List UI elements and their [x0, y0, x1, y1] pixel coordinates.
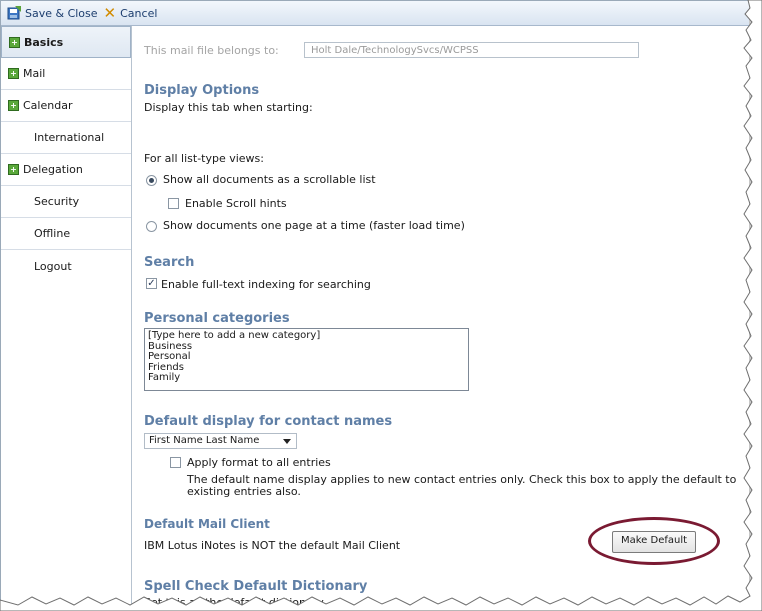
- plus-icon: +: [8, 164, 19, 175]
- sidebar-item-label: Basics: [24, 35, 64, 49]
- search-title: Search: [144, 255, 195, 270]
- apply-format-checkbox[interactable]: [170, 457, 181, 468]
- sidebar-item-security[interactable]: Security: [1, 186, 131, 218]
- page-at-time-radio[interactable]: [146, 221, 157, 232]
- page-at-time-label: Show documents one page at a time (faste…: [163, 219, 465, 232]
- sidebar-item-label: Calendar: [23, 99, 73, 112]
- save-icon: [7, 6, 21, 20]
- sidebar-item-international[interactable]: International: [1, 122, 131, 154]
- mail-client-status: IBM Lotus iNotes is NOT the default Mail…: [144, 539, 401, 552]
- sidebar-item-label: Delegation: [23, 163, 83, 176]
- sidebar-item-label: Mail: [23, 67, 46, 80]
- sidebar-item-offline[interactable]: Offline: [1, 218, 131, 250]
- full-text-indexing-label: Enable full-text indexing for searching: [161, 278, 371, 291]
- sidebar-item-label: Security: [34, 195, 80, 208]
- scroll-hints-checkbox[interactable]: [168, 198, 179, 209]
- tab-prompt: Display this tab when starting:: [144, 101, 313, 114]
- list-item[interactable]: Friends: [148, 362, 465, 374]
- toolbar: Save & Close ✕ Cancel: [1, 1, 749, 26]
- apply-format-note: The default name display applies to new …: [187, 473, 737, 498]
- sidebar-item-logout[interactable]: Logout: [1, 250, 131, 282]
- sidebar-item-label: International: [34, 131, 105, 144]
- owner-row: This mail file belongs to: Holt Dale/Tec…: [144, 42, 639, 58]
- contact-names-title: Default display for contact names: [144, 414, 393, 429]
- plus-icon: +: [9, 36, 20, 48]
- sidebar-item-basics[interactable]: + Basics: [1, 26, 131, 58]
- sidebar-item-label: Offline: [34, 227, 71, 240]
- preferences-window: Save & Close ✕ Cancel + Basics + Mail + …: [0, 0, 749, 605]
- scrollable-list-label: Show all documents as a scrollable list: [163, 173, 376, 186]
- sidebar: + Basics + Mail + Calendar International…: [1, 26, 132, 605]
- owner-field: Holt Dale/TechnologySvcs/WCPSS: [304, 42, 639, 58]
- default-mail-client-title: Default Mail Client: [144, 517, 270, 531]
- sidebar-item-label: Logout: [34, 259, 72, 273]
- make-default-button[interactable]: Make Default: [612, 531, 696, 553]
- sidebar-item-calendar[interactable]: + Calendar: [1, 90, 131, 122]
- personal-categories-list[interactable]: [Type here to add a new category] Busine…: [144, 328, 469, 391]
- chevron-down-icon: [283, 439, 291, 444]
- contact-name-format-select[interactable]: First Name Last Name: [144, 433, 297, 449]
- full-text-indexing-checkbox[interactable]: ✓: [146, 278, 157, 289]
- sidebar-item-delegation[interactable]: + Delegation: [1, 154, 131, 186]
- list-item[interactable]: Business: [148, 341, 465, 353]
- spell-check-line: Set this as the default dictionary: [144, 596, 324, 605]
- save-close-label: Save & Close: [25, 6, 98, 20]
- owner-label: This mail file belongs to:: [144, 43, 279, 57]
- plus-icon: +: [8, 100, 19, 111]
- sidebar-item-mail[interactable]: + Mail: [1, 58, 131, 90]
- list-views-label: For all list-type views:: [144, 152, 264, 165]
- save-close-button[interactable]: Save & Close: [7, 6, 98, 20]
- cancel-label: Cancel: [120, 6, 158, 20]
- plus-icon: +: [8, 68, 19, 79]
- list-item[interactable]: [Type here to add a new category]: [148, 330, 465, 342]
- list-item[interactable]: Personal: [148, 351, 465, 363]
- spell-check-title: Spell Check Default Dictionary: [144, 579, 368, 594]
- scrollable-list-radio[interactable]: [146, 175, 157, 186]
- display-options-title: Display Options: [144, 83, 260, 98]
- personal-categories-title: Personal categories: [144, 311, 290, 326]
- cancel-icon: ✕: [103, 4, 117, 22]
- select-value: First Name Last Name: [149, 435, 260, 446]
- basics-panel: This mail file belongs to: Holt Dale/Tec…: [134, 26, 749, 605]
- cancel-button[interactable]: ✕ Cancel: [103, 4, 158, 22]
- scroll-hints-label: Enable Scroll hints: [185, 197, 287, 210]
- list-item[interactable]: Family: [148, 372, 465, 384]
- apply-format-label: Apply format to all entries: [187, 456, 331, 469]
